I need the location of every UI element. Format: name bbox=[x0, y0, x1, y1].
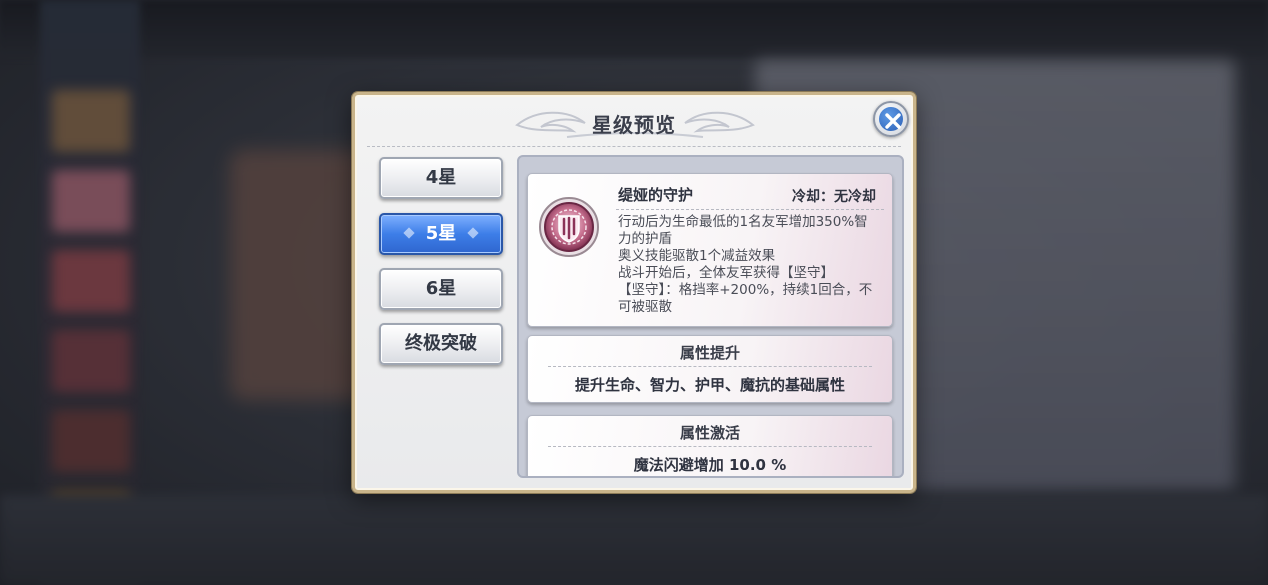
tab-label: 6星 bbox=[425, 278, 457, 299]
skill-divider bbox=[616, 209, 884, 210]
attribute-divider bbox=[548, 366, 872, 367]
tab-label: 5星 bbox=[425, 223, 457, 244]
tab-6-star[interactable]: 6星 bbox=[379, 268, 503, 310]
skill-card: 缇娅的守护 冷却：无冷却 行动后为生命最低的1名友军增加350%智 力的护盾 奥… bbox=[527, 173, 893, 327]
title-divider bbox=[367, 146, 901, 147]
skill-desc-line: 【坚守】：格挡率+200%，持续1回合，不 bbox=[618, 282, 873, 298]
sparkle-icon bbox=[403, 227, 415, 239]
tab-4-star[interactable]: 4星 bbox=[379, 157, 503, 199]
attribute-boost-text: 提升生命、智力、护甲、魔抗的基础属性 bbox=[574, 376, 845, 394]
attribute-activate-text: 魔法闪避增加 10.0 % bbox=[633, 456, 787, 474]
skill-cooldown: 冷却：无冷却 bbox=[792, 189, 876, 205]
sparkle-icon bbox=[467, 227, 479, 239]
attribute-activate-card: 属性激活 魔法闪避增加 10.0 % bbox=[527, 415, 893, 476]
tab-ultimate-breakthrough[interactable]: 终极突破 bbox=[379, 323, 503, 365]
tab-5-star[interactable]: 5星 bbox=[379, 213, 503, 255]
attribute-boost-title: 属性提升 bbox=[679, 344, 740, 362]
attribute-activate-title: 属性激活 bbox=[679, 424, 740, 442]
dialog-title: 星级预览 bbox=[592, 113, 676, 137]
close-button[interactable] bbox=[873, 101, 909, 137]
star-preview-dialog: 星级预览 4星 5星 6星 终极突破 缇娅的守护 冷却：无冷却 行动后为生命最低… bbox=[352, 92, 916, 493]
dialog-header: 星级预览 bbox=[355, 101, 913, 145]
star-detail-panel[interactable]: 缇娅的守护 冷却：无冷却 行动后为生命最低的1名友军增加350%智 力的护盾 奥… bbox=[517, 155, 904, 478]
attribute-boost-card: 属性提升 提升生命、智力、护甲、魔抗的基础属性 bbox=[527, 335, 893, 403]
shield-emblem-icon bbox=[539, 197, 599, 257]
skill-name: 缇娅的守护 bbox=[618, 186, 694, 204]
skill-desc-line: 战斗开始后，全体友军获得【坚守】 bbox=[618, 265, 834, 281]
attribute-divider bbox=[548, 446, 872, 447]
skill-description: 行动后为生命最低的1名友军增加350%智 力的护盾 奥义技能驱散1个减益效果 战… bbox=[618, 214, 890, 316]
skill-desc-line: 行动后为生命最低的1名友军增加350%智 bbox=[618, 214, 868, 230]
tab-label: 4星 bbox=[425, 167, 457, 188]
skill-desc-line: 力的护盾 bbox=[618, 231, 672, 247]
tab-label: 终极突破 bbox=[405, 333, 477, 354]
skill-desc-line: 可被驱散 bbox=[618, 299, 672, 315]
close-x-icon bbox=[885, 113, 901, 129]
skill-desc-line: 奥义技能驱散1个减益效果 bbox=[618, 248, 776, 264]
